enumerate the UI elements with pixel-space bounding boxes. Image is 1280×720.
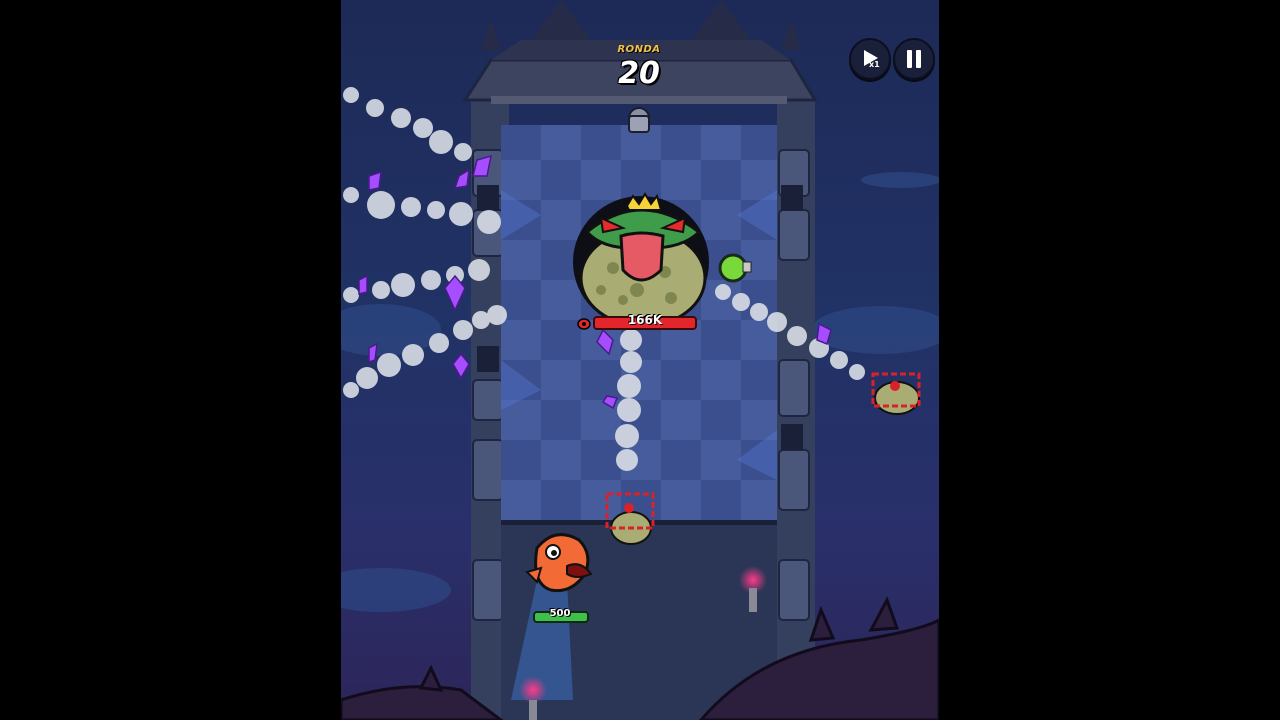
boss-health: 166K xyxy=(575,313,697,330)
pause-icon xyxy=(906,50,922,72)
hero-health-value: 500 xyxy=(549,608,571,619)
boss-eye-icon xyxy=(577,315,591,334)
speed-multiplier: x1 xyxy=(869,60,880,69)
boss-health-value: 166K xyxy=(627,313,663,327)
minion-frog-right xyxy=(871,372,921,415)
game-scene xyxy=(341,0,939,720)
game-viewport[interactable]: RONDA 20 x1 166K 500 xyxy=(341,0,939,720)
pause-button[interactable] xyxy=(893,38,935,80)
round-counter: 20 xyxy=(618,56,660,91)
round-label: RONDA xyxy=(617,44,661,55)
speed-button[interactable]: x1 xyxy=(849,38,891,80)
